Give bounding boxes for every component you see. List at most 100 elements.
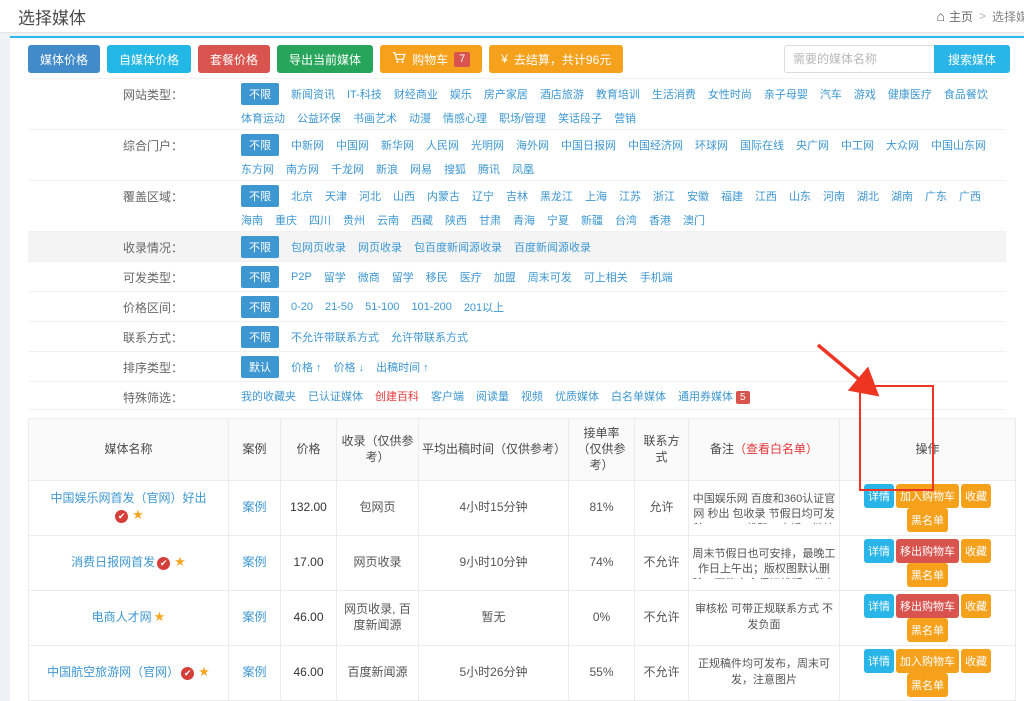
filter-option[interactable]: 201以上 bbox=[464, 299, 504, 315]
filter-option[interactable]: 甘肃 bbox=[479, 212, 501, 228]
filter-option[interactable]: 海南 bbox=[241, 212, 263, 228]
filter-option[interactable]: 百度新闻源收录 bbox=[514, 239, 591, 255]
media-name-link[interactable]: 中国娱乐网首发（官网）好出 bbox=[50, 491, 206, 505]
media-name-link[interactable]: 电商人才网 bbox=[92, 610, 152, 624]
add-to-cart-button[interactable]: 加入购物车 bbox=[896, 484, 959, 508]
filter-option-selected[interactable]: 不限 bbox=[241, 83, 279, 105]
filter-option[interactable]: 江西 bbox=[755, 188, 777, 204]
favorite-button[interactable]: 收藏 bbox=[961, 484, 991, 508]
filter-option-selected[interactable]: 不限 bbox=[241, 236, 279, 258]
filter-option[interactable]: 网页收录 bbox=[358, 239, 402, 255]
filter-option[interactable]: 河北 bbox=[359, 188, 381, 204]
filter-option[interactable]: 微商 bbox=[358, 269, 380, 285]
filter-option[interactable]: 吉林 bbox=[506, 188, 528, 204]
filter-option[interactable]: 创建百科 bbox=[375, 388, 419, 404]
blacklist-button[interactable]: 黑名单 bbox=[907, 673, 948, 697]
cart-button[interactable]: 购物车7 bbox=[380, 45, 482, 73]
filter-option[interactable]: 出稿时间 ↑ bbox=[376, 359, 429, 375]
filter-option[interactable]: 包网页收录 bbox=[291, 239, 346, 255]
filter-option[interactable]: 广东 bbox=[925, 188, 947, 204]
detail-button[interactable]: 详情 bbox=[864, 594, 894, 618]
filter-option[interactable]: 101-200 bbox=[411, 301, 451, 313]
filter-option[interactable]: 网易 bbox=[410, 161, 432, 177]
filter-option[interactable]: 东方网 bbox=[241, 161, 274, 177]
filter-option[interactable]: 西藏 bbox=[411, 212, 433, 228]
filter-option[interactable]: 四川 bbox=[309, 212, 331, 228]
filter-option[interactable]: 体育运动 bbox=[241, 110, 285, 126]
favorite-button[interactable]: 收藏 bbox=[961, 539, 991, 563]
media-name-link[interactable]: 中国航空旅游网（官网） bbox=[47, 665, 179, 679]
filter-option[interactable]: 中国山东网 bbox=[931, 137, 986, 153]
filter-option-selected[interactable]: 默认 bbox=[241, 356, 279, 378]
filter-option[interactable]: 中国日报网 bbox=[561, 137, 616, 153]
filter-option[interactable]: 内蒙古 bbox=[427, 188, 460, 204]
filter-option[interactable]: 我的收藏夹 bbox=[241, 388, 296, 404]
filter-option[interactable]: 南方网 bbox=[286, 161, 319, 177]
filter-option[interactable]: 搜狐 bbox=[444, 161, 466, 177]
filter-option[interactable]: 北京 bbox=[291, 188, 313, 204]
filter-option[interactable]: 书画艺术 bbox=[353, 110, 397, 126]
filter-option[interactable]: 笑话段子 bbox=[558, 110, 602, 126]
case-link[interactable]: 案例 bbox=[242, 610, 266, 624]
filter-option[interactable]: 移民 bbox=[426, 269, 448, 285]
favorite-button[interactable]: 收藏 bbox=[961, 594, 991, 618]
filter-option[interactable]: 留学 bbox=[392, 269, 414, 285]
filter-option[interactable]: 手机端 bbox=[640, 269, 673, 285]
favorite-button[interactable]: 收藏 bbox=[961, 649, 991, 673]
filter-option[interactable]: 海外网 bbox=[516, 137, 549, 153]
filter-option-selected[interactable]: 不限 bbox=[241, 134, 279, 156]
filter-option[interactable]: 新疆 bbox=[581, 212, 603, 228]
detail-button[interactable]: 详情 bbox=[864, 649, 894, 673]
search-button[interactable]: 搜索媒体 bbox=[934, 45, 1010, 73]
filter-option[interactable]: 生活消费 bbox=[652, 86, 696, 102]
blacklist-button[interactable]: 黑名单 bbox=[907, 618, 948, 642]
filter-option[interactable]: 重庆 bbox=[275, 212, 297, 228]
filter-option[interactable]: 千龙网 bbox=[331, 161, 364, 177]
filter-option[interactable]: 湖北 bbox=[857, 188, 879, 204]
detail-button[interactable]: 详情 bbox=[864, 539, 894, 563]
filter-option[interactable]: 湖南 bbox=[891, 188, 913, 204]
filter-option[interactable]: 广西 bbox=[959, 188, 981, 204]
filter-option[interactable]: 公益环保 bbox=[297, 110, 341, 126]
filter-option[interactable]: 医疗 bbox=[460, 269, 482, 285]
media-name-link[interactable]: 消费日报网首发 bbox=[71, 555, 155, 569]
filter-option-selected[interactable]: 不限 bbox=[241, 326, 279, 348]
filter-option[interactable]: 可上相关 bbox=[584, 269, 628, 285]
case-link[interactable]: 案例 bbox=[242, 665, 266, 679]
remove-from-cart-button[interactable]: 移出购物车 bbox=[896, 594, 959, 618]
filter-option[interactable]: 大众网 bbox=[886, 137, 919, 153]
whitelist-note[interactable]: （查看白名单） bbox=[734, 442, 818, 456]
filter-option[interactable]: 周末可发 bbox=[528, 269, 572, 285]
filter-option[interactable]: 营销 bbox=[614, 110, 636, 126]
toolbar-button[interactable]: 自媒体价格 bbox=[107, 45, 191, 73]
filter-option[interactable]: 阅读量 bbox=[476, 388, 509, 404]
filter-option[interactable]: P2P bbox=[291, 271, 312, 283]
filter-option[interactable]: 21-50 bbox=[325, 301, 353, 313]
filter-option[interactable]: 亲子母婴 bbox=[764, 86, 808, 102]
filter-option[interactable]: 白名单媒体 bbox=[611, 388, 666, 404]
filter-option[interactable]: 通用券媒体5 bbox=[678, 388, 750, 404]
filter-option[interactable]: 视频 bbox=[521, 388, 543, 404]
filter-option[interactable]: 价格 ↑ bbox=[291, 359, 322, 375]
filter-option[interactable]: 天津 bbox=[325, 188, 347, 204]
filter-option[interactable]: 香港 bbox=[649, 212, 671, 228]
filter-option[interactable]: 新浪 bbox=[376, 161, 398, 177]
filter-option-selected[interactable]: 不限 bbox=[241, 266, 279, 288]
filter-option[interactable]: 澳门 bbox=[683, 212, 705, 228]
filter-option[interactable]: 辽宁 bbox=[472, 188, 494, 204]
toolbar-button[interactable]: ¥去结算，共计96元 bbox=[489, 45, 623, 73]
toolbar-button[interactable]: 套餐价格 bbox=[198, 45, 270, 73]
filter-option[interactable]: 中国网 bbox=[336, 137, 369, 153]
filter-option[interactable]: 央广网 bbox=[796, 137, 829, 153]
filter-option[interactable]: 教育培训 bbox=[596, 86, 640, 102]
filter-option[interactable]: 云南 bbox=[377, 212, 399, 228]
filter-option[interactable]: 女性时尚 bbox=[708, 86, 752, 102]
filter-option[interactable]: 台湾 bbox=[615, 212, 637, 228]
filter-option[interactable]: 娱乐 bbox=[450, 86, 472, 102]
filter-option[interactable]: 动漫 bbox=[409, 110, 431, 126]
filter-option[interactable]: 留学 bbox=[324, 269, 346, 285]
filter-option[interactable]: 江苏 bbox=[619, 188, 641, 204]
filter-option[interactable]: 房产家居 bbox=[484, 86, 528, 102]
filter-option[interactable]: 已认证媒体 bbox=[308, 388, 363, 404]
toolbar-button[interactable]: 媒体价格 bbox=[28, 45, 100, 73]
